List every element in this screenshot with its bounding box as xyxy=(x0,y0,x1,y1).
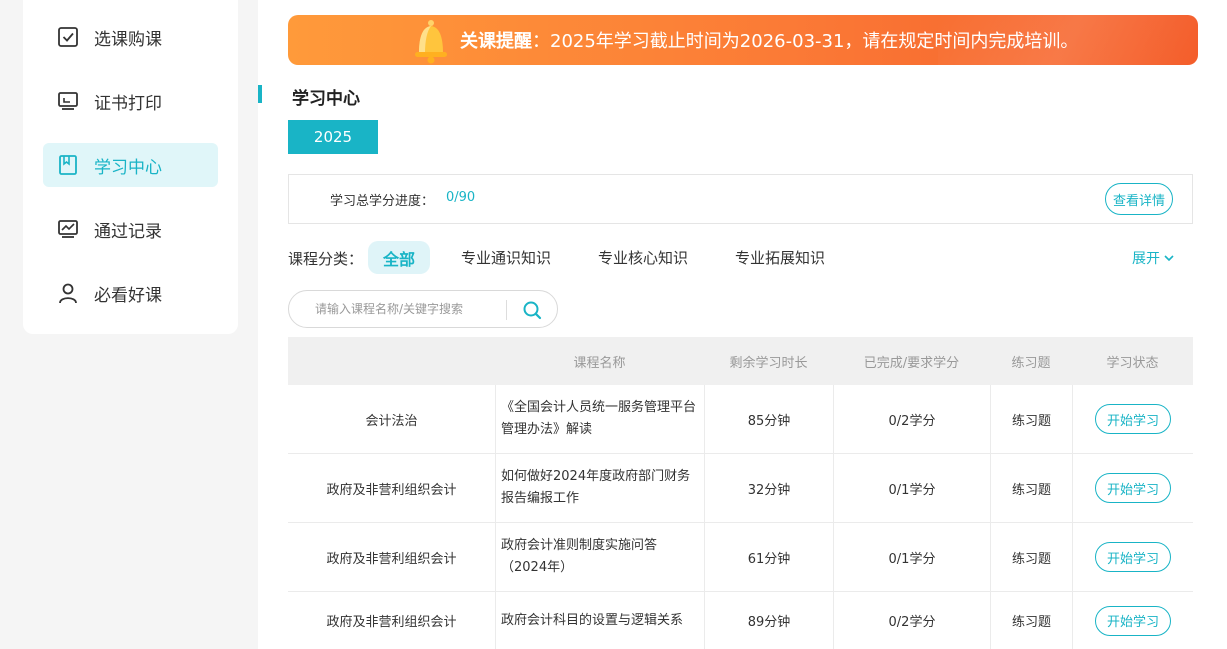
search-box xyxy=(288,290,558,328)
sidebar-item-learning-center[interactable]: 学习中心 xyxy=(43,143,218,187)
header-credits: 已完成/要求学分 xyxy=(863,355,960,371)
cell-status: 开始学习 xyxy=(1072,454,1193,522)
cell-exercise[interactable]: 练习题 xyxy=(990,523,1072,591)
sidebar-item-course-purchase[interactable]: 选课购课 xyxy=(43,15,218,59)
section-marker xyxy=(258,85,262,103)
cell-remaining-time: 61分钟 xyxy=(704,523,833,591)
expand-toggle[interactable]: 展开 xyxy=(1132,248,1174,268)
monitor-print-icon xyxy=(58,92,78,110)
cell-category: 政府及非营利组织会计 xyxy=(326,482,457,498)
sidebar-item-label: 学习中心 xyxy=(94,157,162,178)
bell-icon xyxy=(415,20,447,64)
sidebar-item-certificate-print[interactable]: 证书打印 xyxy=(43,79,218,123)
page-title: 学习中心 xyxy=(292,89,360,109)
category-general[interactable]: 专业通识知识 xyxy=(448,241,564,274)
expand-label: 展开 xyxy=(1132,251,1160,267)
cell-credits: 0/1学分 xyxy=(833,523,990,591)
cell-course-name: 政府会计科目的设置与逻辑关系 xyxy=(495,592,704,649)
sidebar-item-label: 证书打印 xyxy=(94,93,162,114)
cell-exercise[interactable]: 练习题 xyxy=(990,385,1072,453)
cell-course-name: 政府会计准则制度实施问答（2024年） xyxy=(495,523,704,591)
sidebar-item-must-watch[interactable]: 必看好课 xyxy=(43,271,218,315)
table-row: 政府及非营利组织会计 政府会计科目的设置与逻辑关系 89分钟 0/2学分 练习题… xyxy=(288,592,1193,649)
cell-exercise[interactable]: 练习题 xyxy=(990,592,1072,649)
credit-progress-box: 学习总学分进度： 0/90 查看详情 xyxy=(288,174,1193,224)
search-divider xyxy=(506,300,507,320)
cell-credits: 0/2学分 xyxy=(833,385,990,453)
cell-status: 开始学习 xyxy=(1072,523,1193,591)
bookmark-icon xyxy=(59,155,77,175)
cell-category: 政府及非营利组织会计 xyxy=(326,615,457,630)
sidebar-item-label: 必看好课 xyxy=(94,285,162,306)
header-category xyxy=(288,337,495,385)
checkbox-icon xyxy=(58,27,78,47)
header-course-name: 课程名称 xyxy=(573,355,626,371)
cell-category: 会计法治 xyxy=(365,413,418,429)
category-core[interactable]: 专业核心知识 xyxy=(585,241,701,274)
table-row: 政府及非营利组织会计 政府会计准则制度实施问答（2024年） 61分钟 0/1学… xyxy=(288,523,1193,592)
start-learning-button[interactable]: 开始学习 xyxy=(1095,542,1171,572)
table-row: 会计法治 《全国会计人员统一服务管理平台管理办法》解读 85分钟 0/2学分 练… xyxy=(288,385,1193,454)
user-icon xyxy=(59,283,77,304)
search-icon[interactable] xyxy=(522,300,542,320)
cell-remaining-time: 89分钟 xyxy=(704,592,833,649)
header-remaining-time: 剩余学习时长 xyxy=(729,355,808,371)
start-learning-button[interactable]: 开始学习 xyxy=(1095,473,1171,503)
tab-year-2025[interactable]: 2025 xyxy=(288,120,378,154)
category-label: 课程分类： xyxy=(288,250,364,268)
start-learning-button[interactable]: 开始学习 xyxy=(1095,404,1171,434)
cell-course-name: 《全国会计人员统一服务管理平台管理办法》解读 xyxy=(495,385,704,453)
cell-course-name: 如何做好2024年度政府部门财务报告编报工作 xyxy=(495,454,704,522)
progress-value: 0/90 xyxy=(446,190,476,205)
banner-message: ：2025年学习截止时间为2026-03-31，请在规定时间内完成培训。 xyxy=(532,31,1079,52)
closing-reminder-banner: 关课提醒：2025年学习截止时间为2026-03-31，请在规定时间内完成培训。 xyxy=(288,15,1198,65)
cell-credits: 0/2学分 xyxy=(833,592,990,649)
category-all[interactable]: 全部 xyxy=(368,241,430,274)
chart-monitor-icon xyxy=(58,220,78,238)
header-exercises: 练习题 xyxy=(1011,355,1051,371)
view-details-button[interactable]: 查看详情 xyxy=(1105,183,1173,215)
table-row: 政府及非营利组织会计 如何做好2024年度政府部门财务报告编报工作 32分钟 0… xyxy=(288,454,1193,523)
cell-exercise[interactable]: 练习题 xyxy=(990,454,1072,522)
sidebar-item-pass-records[interactable]: 通过记录 xyxy=(43,207,218,251)
cell-status: 开始学习 xyxy=(1072,592,1193,649)
sidebar-item-label: 通过记录 xyxy=(94,221,162,242)
table-header: 课程名称 剩余学习时长 已完成/要求学分 练习题 学习状态 xyxy=(288,337,1193,385)
chevron-down-icon xyxy=(1164,255,1174,262)
progress-label: 学习总学分进度： xyxy=(330,194,435,209)
search-input[interactable] xyxy=(315,300,505,318)
sidebar: 选课购课 证书打印 学习中心 通过记录 必看好课 xyxy=(23,0,238,334)
main-panel: 关课提醒：2025年学习截止时间为2026-03-31，请在规定时间内完成培训。… xyxy=(258,0,1227,649)
banner-text: 关课提醒：2025年学习截止时间为2026-03-31，请在规定时间内完成培训。 xyxy=(460,27,1078,53)
cell-credits: 0/1学分 xyxy=(833,454,990,522)
cell-remaining-time: 32分钟 xyxy=(704,454,833,522)
start-learning-button[interactable]: 开始学习 xyxy=(1095,605,1171,636)
cell-category: 政府及非营利组织会计 xyxy=(326,551,457,567)
banner-bold-label: 关课提醒 xyxy=(460,31,532,52)
category-extended[interactable]: 专业拓展知识 xyxy=(722,241,838,274)
sidebar-item-label: 选课购课 xyxy=(94,29,162,50)
cell-remaining-time: 85分钟 xyxy=(704,385,833,453)
cell-status: 开始学习 xyxy=(1072,385,1193,453)
header-status: 学习状态 xyxy=(1106,355,1159,371)
